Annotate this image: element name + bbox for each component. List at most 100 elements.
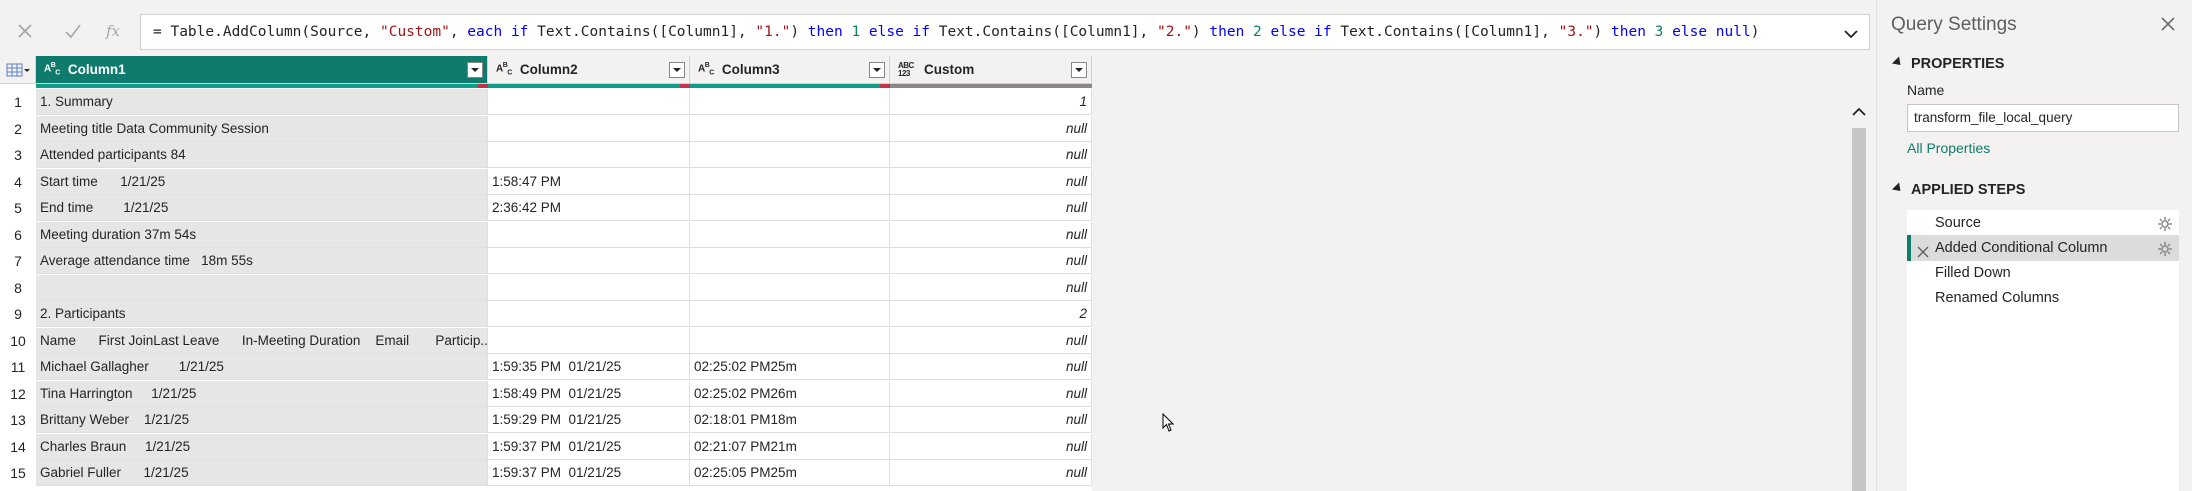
- filter-dropdown-icon[interactable]: [1071, 62, 1087, 78]
- cell-column1[interactable]: Meeting duration 37m 54s: [36, 221, 488, 248]
- cell-column3[interactable]: [690, 327, 890, 354]
- cell-column3[interactable]: [690, 221, 890, 248]
- row-number: 12: [0, 380, 36, 407]
- cell-column2[interactable]: [488, 248, 690, 274]
- applied-steps-list: Source Added Conditional Column Filled Dow…: [1907, 210, 2179, 491]
- cell-custom[interactable]: null: [890, 460, 1092, 486]
- cell-column3[interactable]: 02:25:02 PM26m: [690, 380, 890, 407]
- column-header-column3[interactable]: ABC Column3: [690, 56, 890, 84]
- cell-column1[interactable]: Attended participants 84: [36, 142, 488, 168]
- column-header-custom[interactable]: ABC 123 Custom: [890, 56, 1092, 84]
- cell-custom[interactable]: null: [890, 354, 1092, 380]
- applied-step[interactable]: Renamed Columns: [1907, 285, 2179, 311]
- delete-step-icon[interactable]: [1917, 241, 1929, 258]
- vertical-scrollbar[interactable]: [1848, 100, 1870, 491]
- cell-custom[interactable]: null: [890, 115, 1092, 142]
- scrollbar-thumb[interactable]: [1852, 128, 1866, 491]
- cell-custom[interactable]: null: [890, 433, 1092, 460]
- applied-steps-section-title[interactable]: APPLIED STEPS: [1891, 182, 2025, 198]
- cell-custom[interactable]: null: [890, 327, 1092, 354]
- cell-column1[interactable]: Charles Braun 1/21/25: [36, 433, 488, 460]
- properties-section-title[interactable]: PROPERTIES: [1891, 56, 2004, 72]
- cell-column3[interactable]: 02:25:05 PM25m: [690, 460, 890, 486]
- text-type-icon[interactable]: ABC: [698, 61, 714, 78]
- cell-column2[interactable]: 2:36:42 PM: [488, 195, 690, 221]
- cell-column3[interactable]: [690, 168, 890, 195]
- cell-column3[interactable]: [690, 142, 890, 168]
- applied-step[interactable]: Filled Down: [1907, 260, 2179, 286]
- text-type-icon[interactable]: ABC: [44, 61, 60, 78]
- row-number: 14: [0, 433, 36, 460]
- applied-step[interactable]: Source: [1907, 210, 2179, 236]
- cell-column1[interactable]: Meeting title Data Community Session: [36, 115, 488, 142]
- cell-column3[interactable]: 02:25:02 PM25m: [690, 354, 890, 380]
- cell-column3[interactable]: [690, 115, 890, 142]
- column-header-column2[interactable]: ABC Column2: [488, 56, 690, 84]
- cell-column2[interactable]: 1:59:37 PM 01/21/25: [488, 460, 690, 486]
- filter-dropdown-icon[interactable]: [669, 62, 685, 78]
- cell-column3[interactable]: [690, 89, 890, 115]
- cell-column2[interactable]: 1:58:47 PM: [488, 168, 690, 195]
- check-icon[interactable]: [56, 14, 90, 48]
- cell-custom[interactable]: null: [890, 274, 1092, 301]
- cell-column1[interactable]: Average attendance time 18m 55s: [36, 248, 488, 274]
- cell-column2[interactable]: [488, 89, 690, 115]
- cell-column1[interactable]: Tina Harrington 1/21/25: [36, 380, 488, 407]
- chevron-up-icon[interactable]: [1850, 104, 1868, 120]
- cell-custom[interactable]: 2: [890, 301, 1092, 327]
- formula-token: ): [1750, 24, 1760, 40]
- cell-column2[interactable]: 1:59:29 PM 01/21/25: [488, 407, 690, 433]
- cell-custom[interactable]: 1: [890, 89, 1092, 115]
- chevron-down-icon[interactable]: [1841, 23, 1861, 43]
- cell-column1[interactable]: Name First JoinLast Leave In-Meeting Dur…: [36, 327, 488, 354]
- table-menu-icon[interactable]: [0, 56, 36, 84]
- cell-column2[interactable]: [488, 327, 690, 354]
- row-number: 11: [0, 354, 36, 380]
- cell-column3[interactable]: 02:18:01 PM18m: [690, 407, 890, 433]
- cell-column3[interactable]: [690, 248, 890, 274]
- cell-custom[interactable]: null: [890, 142, 1092, 168]
- filter-dropdown-icon[interactable]: [467, 62, 483, 78]
- cell-custom[interactable]: null: [890, 168, 1092, 195]
- cell-custom[interactable]: null: [890, 221, 1092, 248]
- cell-column1[interactable]: Gabriel Fuller 1/21/25: [36, 460, 488, 486]
- cell-column2[interactable]: [488, 221, 690, 248]
- cell-column1[interactable]: 2. Participants: [36, 301, 488, 327]
- gear-icon[interactable]: [2157, 215, 2173, 231]
- cell-column2[interactable]: [488, 274, 690, 301]
- applied-step[interactable]: Added Conditional Column: [1907, 235, 2179, 261]
- cell-column1[interactable]: [36, 274, 488, 301]
- cell-column3[interactable]: [690, 274, 890, 301]
- query-name-input[interactable]: transform_file_local_query: [1907, 104, 2179, 132]
- cell-column1[interactable]: Michael Gallagher 1/21/25: [36, 354, 488, 380]
- cell-column1[interactable]: 1. Summary: [36, 89, 488, 115]
- cell-custom[interactable]: null: [890, 195, 1092, 221]
- cell-column2[interactable]: 1:59:35 PM 01/21/25: [488, 354, 690, 380]
- all-properties-link[interactable]: All Properties: [1907, 140, 1990, 156]
- cell-column2[interactable]: [488, 142, 690, 168]
- cell-column1[interactable]: Brittany Weber 1/21/25: [36, 407, 488, 433]
- close-icon[interactable]: [8, 14, 42, 48]
- text-type-icon[interactable]: ABC: [496, 61, 512, 78]
- cell-column3[interactable]: [690, 195, 890, 221]
- cell-column1[interactable]: Start time 1/21/25: [36, 168, 488, 195]
- close-icon[interactable]: [2160, 16, 2176, 32]
- column-header-column1[interactable]: ABC Column1: [36, 56, 488, 84]
- cell-column2[interactable]: [488, 301, 690, 327]
- cell-custom[interactable]: null: [890, 407, 1092, 433]
- cell-custom[interactable]: null: [890, 248, 1092, 274]
- any-type-icon[interactable]: ABC 123: [898, 61, 916, 78]
- cell-column2[interactable]: 1:58:49 PM 01/21/25: [488, 380, 690, 407]
- panel-title: Query Settings: [1891, 14, 2017, 35]
- gear-icon[interactable]: [2157, 240, 2173, 256]
- cell-custom[interactable]: null: [890, 380, 1092, 407]
- cell-column1[interactable]: End time 1/21/25: [36, 195, 488, 221]
- fx-icon[interactable]: fx: [98, 14, 132, 48]
- column-quality-bar: [488, 84, 690, 88]
- cell-column3[interactable]: [690, 301, 890, 327]
- filter-dropdown-icon[interactable]: [869, 62, 885, 78]
- formula-input[interactable]: = Table.AddColumn(Source, "Custom", each…: [140, 14, 1870, 50]
- cell-column2[interactable]: 1:59:37 PM 01/21/25: [488, 433, 690, 460]
- cell-column3[interactable]: 02:21:07 PM21m: [690, 433, 890, 460]
- cell-column2[interactable]: [488, 115, 690, 142]
